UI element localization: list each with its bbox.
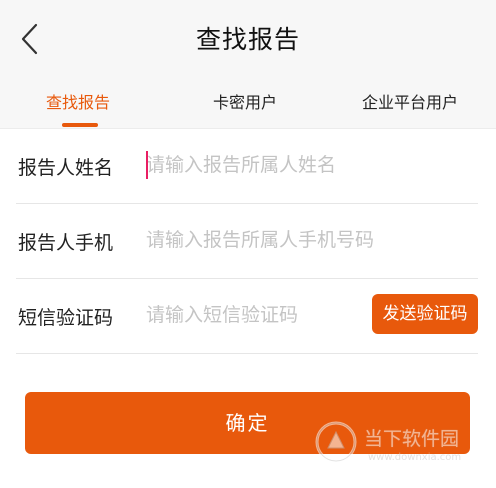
reporter-phone-row: 报告人手机 [16,204,478,279]
find-report-page: 查找报告 查找报告 卡密用户 企业平台用户 报告人姓名 报告人手机 短信验证码 … [0,0,496,488]
sms-code-label: 短信验证码 [18,307,114,329]
reporter-name-label: 报告人姓名 [18,157,114,179]
tab-find-report[interactable]: 查找报告 [46,89,110,113]
tab-enterprise-user[interactable]: 企业平台用户 [362,89,458,113]
send-code-button[interactable]: 发送验证码 [372,294,478,334]
reporter-name-input[interactable] [146,145,466,185]
active-tab-indicator [62,123,98,127]
sms-code-row: 短信验证码 发送验证码 [16,279,478,354]
tab-bar: 查找报告 卡密用户 企业平台用户 [0,76,496,129]
page-title: 查找报告 [195,25,300,54]
header-bar: 查找报告 [0,0,496,76]
text-caret [146,151,148,179]
tab-card-user[interactable]: 卡密用户 [213,89,277,113]
reporter-name-row: 报告人姓名 [16,129,478,204]
confirm-button[interactable]: 确定 [25,392,470,454]
reporter-phone-label: 报告人手机 [18,232,114,254]
sms-code-input[interactable] [146,295,366,335]
reporter-phone-input[interactable] [146,220,466,260]
